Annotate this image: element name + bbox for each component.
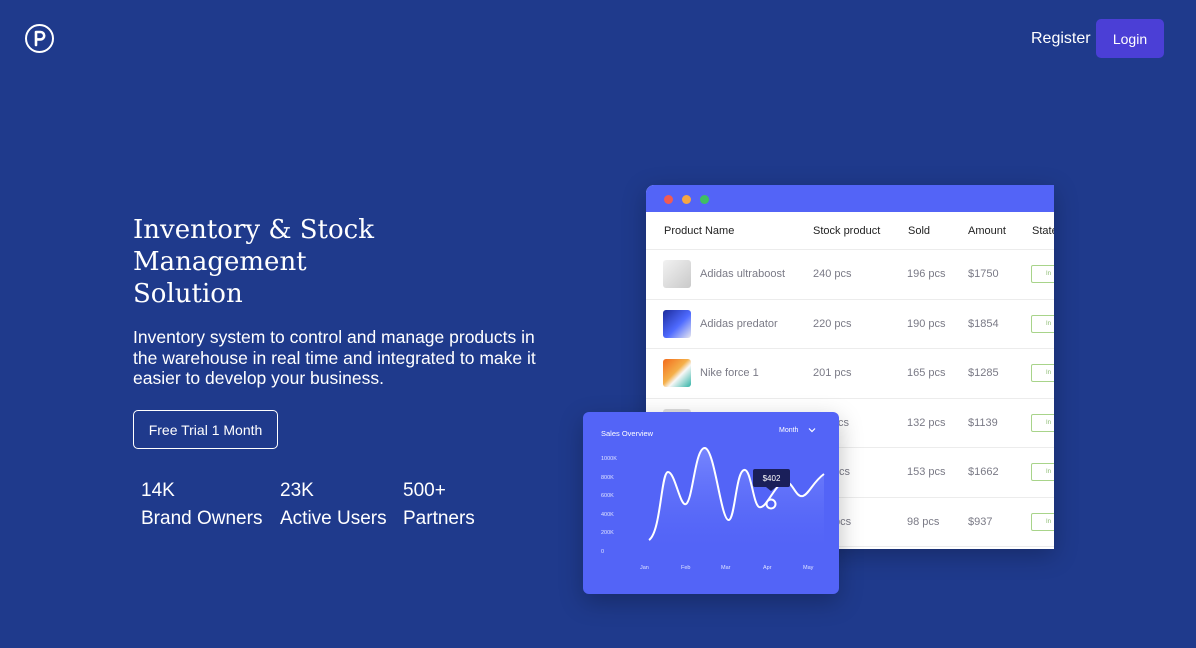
minimize-dot-icon <box>682 195 691 204</box>
stock-cell: 220 pcs <box>813 317 852 330</box>
amount-cell: $1854 <box>968 317 999 330</box>
sold-cell: 132 pcs <box>907 416 946 429</box>
hero-title-line: Inventory & Stock <box>133 215 374 245</box>
table-row: Adidas ultraboost 240 pcs 196 pcs $1750 … <box>646 250 1054 300</box>
stock-cell: 201 pcs <box>813 367 852 380</box>
table-row: Nike force 1 201 pcs 165 pcs $1285 In <box>646 349 1054 399</box>
x-axis-tick: Feb <box>681 565 691 571</box>
hero-title: Inventory & Stock Management Solution <box>133 214 433 310</box>
stock-cell: cs <box>838 416 849 429</box>
stat-value: 500+ <box>403 480 446 501</box>
table-row: Adidas predator 220 pcs 190 pcs $1854 In <box>646 300 1054 349</box>
product-name: Adidas predator <box>700 317 778 330</box>
amount-cell: $937 <box>968 515 993 528</box>
product-thumbnail <box>663 309 691 338</box>
column-header: State <box>1032 224 1054 237</box>
stock-cell: 240 pcs <box>813 268 852 281</box>
stat-value: 14K <box>141 480 175 501</box>
stat-active-users: 23K Active Users <box>280 477 387 533</box>
sold-cell: 190 pcs <box>907 317 946 330</box>
close-dot-icon <box>664 195 673 204</box>
maximize-dot-icon <box>700 195 709 204</box>
stat-value: 23K <box>280 480 314 501</box>
sales-area-fill <box>649 447 824 547</box>
x-axis-tick: May <box>803 565 814 571</box>
register-link[interactable]: Register <box>1031 30 1091 48</box>
sales-overview-card: Sales Overview Month 1000K 800K 600K 400… <box>583 412 839 594</box>
column-header: Stock product <box>813 224 881 237</box>
state-badge: In <box>1031 364 1054 383</box>
product-thumbnail <box>663 260 691 289</box>
sold-cell: 196 pcs <box>907 268 946 281</box>
amount-cell: $1750 <box>968 268 999 281</box>
table-header-row: Product Name Stock product Sold Amount S… <box>646 212 1054 250</box>
state-badge: In <box>1031 265 1054 284</box>
state-badge: In <box>1031 512 1054 531</box>
column-header: Amount <box>968 224 1006 237</box>
amount-cell: $1662 <box>968 466 999 479</box>
hero-title-line: Management <box>133 247 307 277</box>
stat-label: Partners <box>403 508 475 529</box>
sold-cell: 98 pcs <box>907 515 940 528</box>
product-name: Adidas ultraboost <box>700 268 785 281</box>
product-thumbnail <box>663 359 691 388</box>
hero-description: Inventory system to control and manage p… <box>133 327 536 388</box>
sold-cell: 165 pcs <box>907 367 946 380</box>
stat-brand-owners: 14K Brand Owners <box>141 477 262 533</box>
highlight-point-icon <box>765 498 777 510</box>
stat-label: Active Users <box>280 508 387 529</box>
state-badge: In <box>1031 413 1054 432</box>
sales-line-chart <box>648 447 825 547</box>
window-titlebar <box>646 185 1054 212</box>
x-axis-tick: Mar <box>721 565 731 571</box>
sold-cell: 153 pcs <box>907 466 946 479</box>
x-axis-tick: Apr <box>763 565 772 571</box>
x-axis-tick: Jan <box>640 565 649 571</box>
stat-partners: 500+ Partners <box>403 477 475 533</box>
amount-cell: $1139 <box>968 416 998 429</box>
amount-cell: $1285 <box>968 367 999 380</box>
value-tooltip: $402 <box>753 469 790 487</box>
hero-title-line: Solution <box>133 279 243 309</box>
p-logo-icon[interactable] <box>25 24 54 53</box>
column-header: Sold <box>908 224 931 237</box>
column-header: Product Name <box>664 224 735 237</box>
free-trial-button[interactable]: Free Trial 1 Month <box>133 410 278 449</box>
state-badge: In <box>1031 314 1054 333</box>
stat-label: Brand Owners <box>141 508 263 529</box>
state-badge: In <box>1031 463 1054 482</box>
login-button[interactable]: Login <box>1096 19 1164 58</box>
stock-cell: cs <box>839 466 850 479</box>
product-name: Nike force 1 <box>700 367 759 380</box>
